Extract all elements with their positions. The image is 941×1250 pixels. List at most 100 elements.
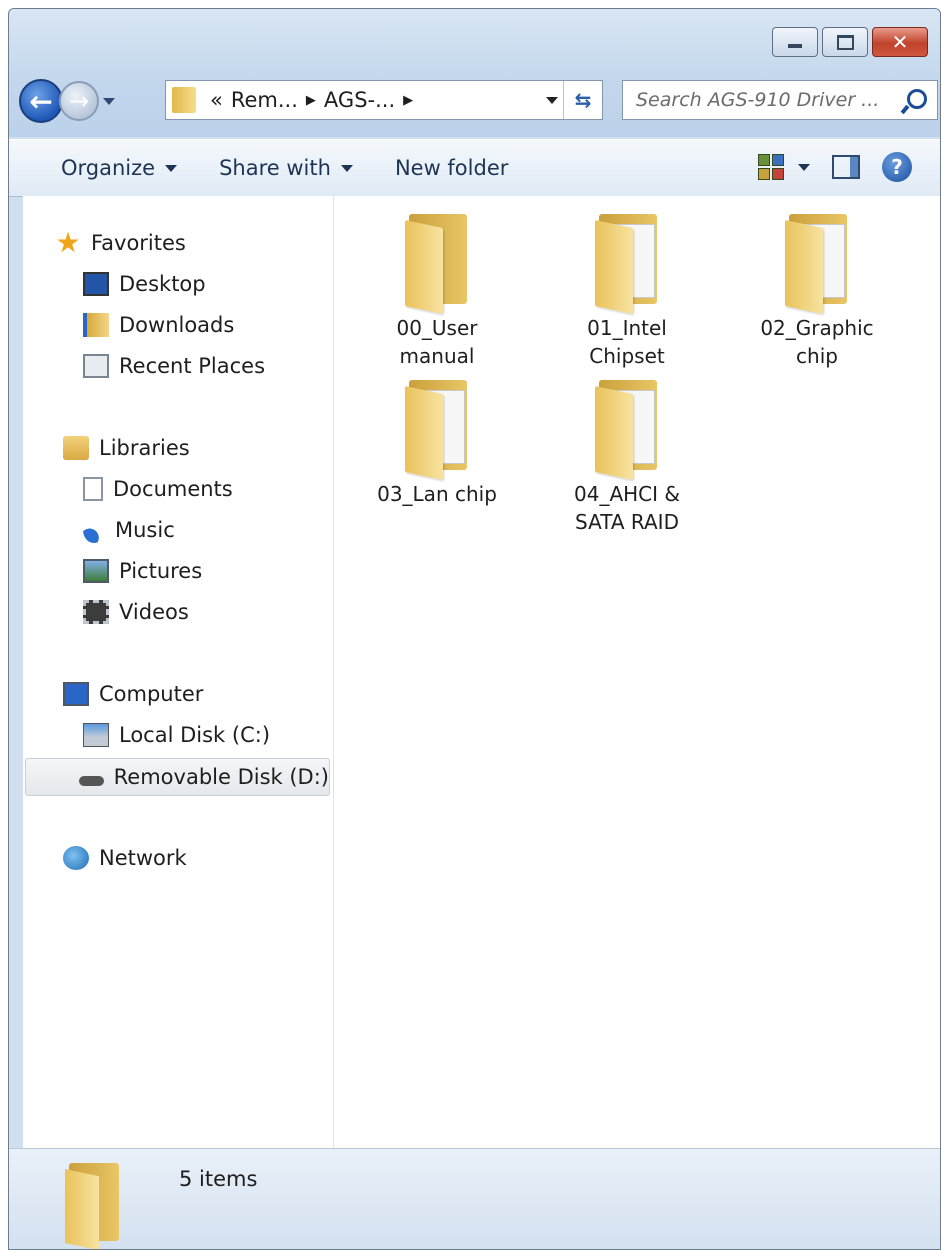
folder-icon: [401, 214, 473, 315]
maximize-icon: [836, 34, 854, 50]
folder-item[interactable]: 04_AHCI & SATA RAID: [552, 380, 702, 536]
new-folder-button[interactable]: New folder: [395, 156, 508, 180]
organize-menu[interactable]: Organize: [61, 156, 178, 180]
explorer-window: ✕ ← → « Rem... ▶ AGS-... ▶ ⇆ Search AGS-…: [8, 8, 941, 1250]
sidebar-item-label: Favorites: [91, 231, 186, 255]
folder-item[interactable]: 00_User manual: [362, 214, 512, 370]
organize-label: Organize: [61, 156, 156, 180]
title-bar: ✕ ← → « Rem... ▶ AGS-... ▶ ⇆ Search AGS-…: [9, 9, 940, 137]
folder-label: 04_AHCI & SATA RAID: [574, 482, 680, 534]
videos-icon: [83, 600, 109, 624]
refresh-button[interactable]: ⇆: [563, 81, 602, 119]
back-button[interactable]: ←: [19, 79, 63, 123]
breadcrumb: « Rem... ▶ AGS-... ▶: [210, 88, 413, 112]
sidebar-item-label: Network: [99, 846, 187, 870]
sidebar-item-label: Documents: [113, 477, 233, 501]
folder-label: 02_Graphic chip: [760, 316, 874, 368]
share-with-menu[interactable]: Share with: [219, 156, 353, 180]
sidebar-item-label: Music: [115, 518, 175, 542]
forward-button[interactable]: →: [59, 81, 99, 121]
command-bar: Organize Share with New folder ?: [9, 139, 940, 197]
breadcrumb-chevron-icon[interactable]: ▶: [306, 93, 316, 108]
folder-icon: [591, 380, 663, 481]
close-button[interactable]: ✕: [872, 27, 928, 57]
sidebar-item-music[interactable]: Music: [83, 512, 175, 548]
chevron-down-icon: [340, 164, 353, 172]
sidebar-item-label: Libraries: [99, 436, 190, 460]
sidebar-item-label: Pictures: [119, 559, 203, 583]
folder-icon: [781, 214, 853, 315]
toolbar-right: ?: [758, 152, 912, 182]
sidebar-item-network[interactable]: Network: [63, 840, 187, 876]
sidebar-item-local-disk[interactable]: Local Disk (C:): [83, 717, 270, 753]
star-icon: ★: [55, 226, 81, 259]
search-icon[interactable]: [907, 89, 927, 109]
sidebar-item-label: Videos: [119, 600, 189, 624]
search-box[interactable]: Search AGS-910 Driver ...: [622, 80, 938, 120]
details-pane: 5 items: [9, 1148, 940, 1249]
sidebar-item-favorites[interactable]: ★ Favorites: [55, 225, 186, 261]
caption-buttons: ✕: [768, 27, 928, 57]
maximize-button[interactable]: [822, 27, 868, 57]
folder-label: 00_User manual: [396, 316, 478, 368]
sidebar-item-downloads[interactable]: Downloads: [83, 307, 234, 343]
computer-icon: [63, 682, 89, 706]
preview-pane-icon[interactable]: [832, 155, 860, 179]
address-dropdown-icon[interactable]: [546, 97, 558, 104]
sidebar-item-desktop[interactable]: Desktop: [83, 266, 206, 302]
chevron-down-icon: [165, 164, 178, 172]
forward-arrow-icon: →: [68, 87, 90, 115]
folder-icon: [591, 214, 663, 315]
sidebar-item-label: Computer: [99, 682, 204, 706]
folder-item[interactable]: 02_Graphic chip: [742, 214, 892, 370]
folder-icon: [172, 87, 196, 113]
sidebar-item-videos[interactable]: Videos: [83, 594, 189, 630]
sidebar-item-computer[interactable]: Computer: [63, 676, 203, 712]
recent-pages-dropdown[interactable]: [103, 97, 115, 105]
sidebar-item-label: Local Disk (C:): [119, 723, 271, 747]
folder-label: 03_Lan chip: [377, 482, 497, 506]
downloads-icon: [83, 313, 109, 337]
help-icon[interactable]: ?: [882, 152, 912, 182]
file-list: 00_User manual 01_Intel Chipset 02_Graphic…: [334, 196, 940, 1148]
minimize-icon: [788, 44, 802, 48]
recent-places-icon: [83, 354, 109, 378]
search-input[interactable]: Search AGS-910 Driver ...: [623, 89, 906, 111]
sidebar-item-recent-places[interactable]: Recent Places: [83, 348, 265, 384]
sidebar-item-pictures[interactable]: Pictures: [83, 553, 202, 589]
sidebar-item-libraries[interactable]: Libraries: [63, 430, 190, 466]
sidebar-item-label: Removable Disk (D:): [113, 765, 329, 789]
pictures-icon: [83, 559, 109, 583]
new-folder-label: New folder: [394, 156, 509, 180]
folder-item[interactable]: 03_Lan chip: [362, 380, 512, 508]
breadcrumb-chevron-icon[interactable]: ▶: [403, 93, 413, 108]
folder-icon: [63, 1163, 127, 1249]
libraries-icon: [63, 436, 89, 460]
views-icon: [758, 154, 784, 180]
breadcrumb-item-ags[interactable]: AGS-...: [324, 88, 395, 112]
local-disk-icon: [83, 723, 109, 747]
address-bar[interactable]: « Rem... ▶ AGS-... ▶ ⇆: [165, 80, 603, 120]
music-icon: [83, 517, 105, 543]
share-with-label: Share with: [219, 156, 331, 180]
breadcrumb-overflow[interactable]: «: [210, 88, 223, 112]
sidebar-item-documents[interactable]: Documents: [83, 471, 233, 507]
nav-buttons: ← →: [19, 79, 115, 123]
folder-item[interactable]: 01_Intel Chipset: [552, 214, 702, 370]
breadcrumb-item-removable[interactable]: Rem...: [231, 88, 298, 112]
documents-icon: [83, 477, 103, 501]
refresh-icon: ⇆: [574, 88, 592, 112]
chevron-down-icon[interactable]: [798, 163, 810, 171]
navigation-pane: ★ Favorites Desktop Downloads Recent Pla…: [23, 196, 334, 1148]
item-count: 5 items: [179, 1167, 258, 1191]
sidebar-item-label: Downloads: [119, 313, 235, 337]
network-icon: [63, 846, 89, 870]
sidebar-item-label: Recent Places: [119, 354, 266, 378]
sidebar-item-removable-disk[interactable]: Removable Disk (D:): [25, 758, 330, 796]
change-view-button[interactable]: [758, 154, 810, 180]
minimize-button[interactable]: [772, 27, 818, 57]
sidebar-item-label: Desktop: [119, 272, 206, 296]
back-arrow-icon: ←: [29, 84, 53, 118]
folder-label: 01_Intel Chipset: [587, 316, 667, 368]
removable-disk-icon: [79, 776, 104, 786]
